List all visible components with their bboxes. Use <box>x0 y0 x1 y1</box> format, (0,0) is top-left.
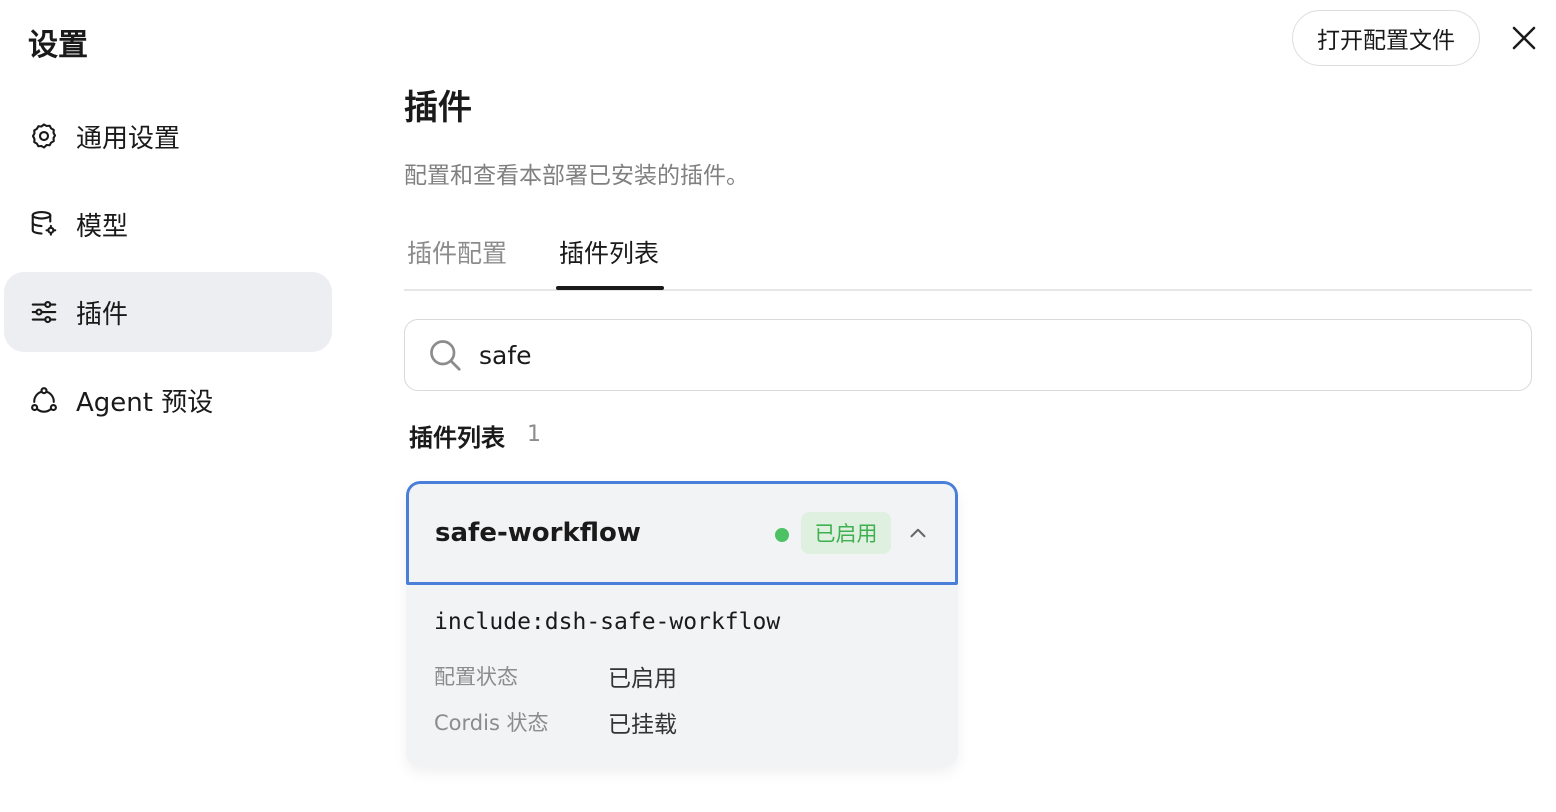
plugin-card: safe-workflow 已启用 include:dsh-safe-workf… <box>406 481 958 767</box>
detail-key: 配置状态 <box>434 665 518 689</box>
tab-bar: 插件配置 插件列表 <box>404 222 1532 291</box>
database-gear-icon <box>28 208 60 240</box>
close-icon[interactable] <box>1506 20 1542 56</box>
chevron-up-icon[interactable] <box>905 520 931 546</box>
sidebar-item-label: Agent 预设 <box>76 387 214 418</box>
plugin-include: include:dsh-safe-workflow <box>434 609 781 635</box>
sidebar-item-label: 模型 <box>76 211 129 242</box>
page-title: 插件 <box>404 88 472 128</box>
active-tab-indicator <box>556 286 664 290</box>
page-description: 配置和查看本部署已安装的插件。 <box>404 163 749 189</box>
plugin-card-header[interactable]: safe-workflow 已启用 <box>406 481 958 585</box>
tab-plugin-list[interactable]: 插件列表 <box>559 234 659 270</box>
sidebar-item-label: 插件 <box>76 299 129 330</box>
detail-key: Cordis 状态 <box>434 711 549 735</box>
sidebar-item-agent-presets[interactable]: Agent 预设 <box>4 360 332 440</box>
plugin-list-count: 1 <box>527 422 541 447</box>
detail-value: 已启用 <box>608 666 677 692</box>
status-badge: 已启用 <box>801 512 891 554</box>
search-input[interactable] <box>479 340 1531 370</box>
agent-network-icon <box>28 384 60 416</box>
app-title: 设置 <box>28 28 88 63</box>
search-icon <box>427 337 463 373</box>
sidebar-item-label: 通用设置 <box>76 123 181 154</box>
sidebar: 通用设置 模型 插件 Agent 预设 <box>4 96 332 448</box>
sliders-icon <box>28 296 60 328</box>
tab-plugin-config[interactable]: 插件配置 <box>407 234 507 270</box>
plugin-list-heading: 插件列表 <box>409 424 505 452</box>
sidebar-item-models[interactable]: 模型 <box>4 184 332 264</box>
open-config-file-button[interactable]: 打开配置文件 <box>1292 10 1480 66</box>
sidebar-item-general[interactable]: 通用设置 <box>4 96 332 176</box>
status-dot <box>775 528 789 542</box>
sidebar-item-plugins[interactable]: 插件 <box>4 272 332 352</box>
detail-value: 已挂载 <box>608 712 677 738</box>
plugin-name: safe-workflow <box>435 518 641 548</box>
search-box <box>404 319 1532 391</box>
gear-icon <box>28 120 60 152</box>
